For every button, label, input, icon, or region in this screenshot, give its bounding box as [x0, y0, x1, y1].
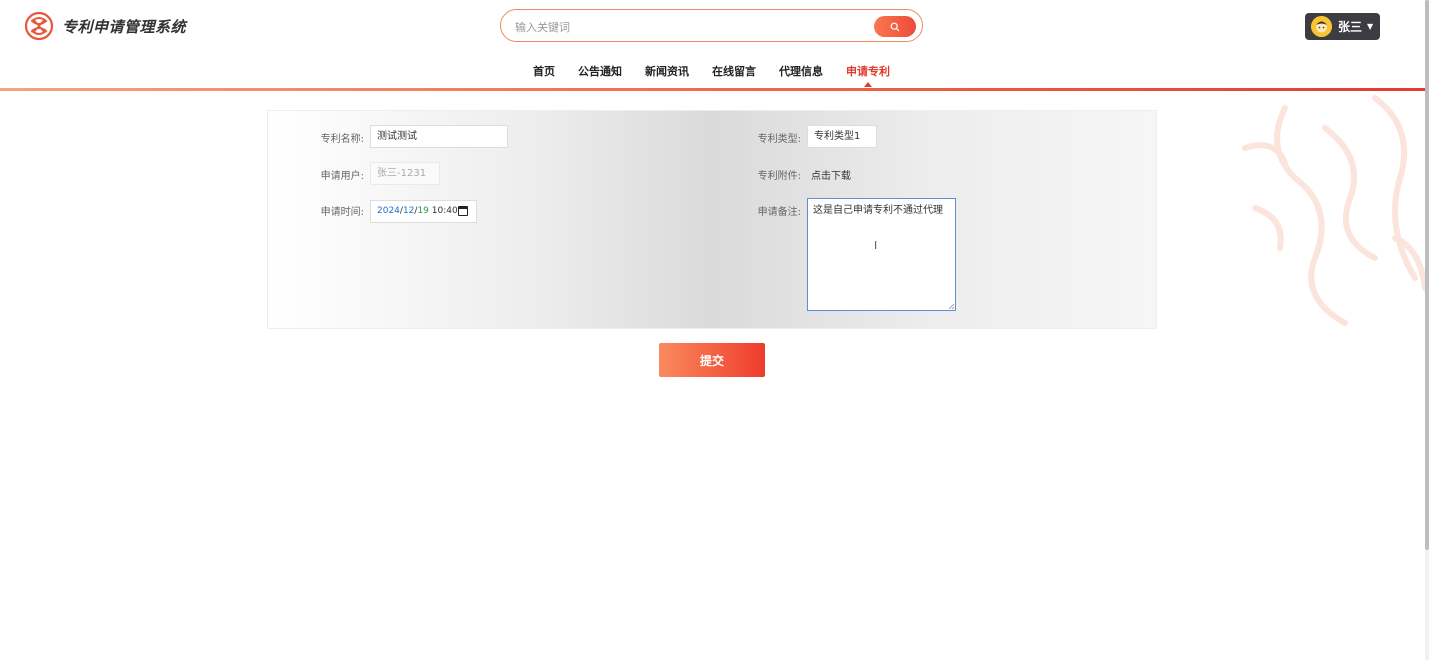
attachment-label: 专利附件: [757, 171, 801, 182]
nav-item-apply-patent[interactable]: 申请专利 [846, 63, 890, 87]
search-input[interactable] [513, 17, 857, 37]
resize-handle-icon[interactable] [948, 303, 955, 310]
search-icon [890, 22, 900, 31]
header: 专利申请管理系统 张三 ▼ 首页 公告通知 新闻资讯 在线留言 代理信 [0, 0, 1429, 91]
date-time[interactable]: 10:40 [432, 206, 458, 216]
logo-icon [24, 11, 54, 41]
date-day[interactable]: 19 [417, 206, 428, 216]
user-name: 张三 [1338, 20, 1363, 34]
active-indicator [864, 82, 872, 87]
date-month[interactable]: 12 [403, 206, 414, 216]
applicant-input: 张三-1231 [370, 162, 440, 185]
applicant-label: 申请用户: [320, 171, 364, 182]
apply-time-input[interactable]: 2024/12/19 10:40 [370, 200, 477, 223]
nav-item-news[interactable]: 新闻资讯 [645, 63, 689, 79]
app-title: 专利申请管理系统 [62, 17, 187, 36]
date-year[interactable]: 2024 [377, 206, 400, 216]
logo[interactable]: 专利申请管理系统 [24, 11, 186, 41]
text-cursor-icon: I [874, 239, 878, 252]
main-nav: 首页 公告通知 新闻资讯 在线留言 代理信息 申请专利 [533, 63, 913, 87]
nav-item-notices[interactable]: 公告通知 [578, 63, 622, 79]
nav-item-messages[interactable]: 在线留言 [712, 63, 756, 79]
search-box [500, 9, 923, 42]
dragon-decoration [1242, 95, 1428, 326]
remark-textarea[interactable]: 这是自己申请专利不通过代理 [807, 198, 956, 311]
remark-label: 申请备注: [757, 207, 801, 218]
nav-item-agents[interactable]: 代理信息 [779, 63, 823, 79]
patent-name-input[interactable]: 测试测试 [370, 125, 508, 148]
search-button[interactable] [874, 16, 916, 37]
avatar [1311, 16, 1332, 37]
patent-type-label: 专利类型: [757, 134, 801, 145]
download-link[interactable]: 点击下载 [811, 167, 851, 182]
patent-form: 专利名称: 测试测试 专利类型: 专利类型1 申请用户: 张三-1231 专利附… [267, 110, 1157, 329]
nav-item-home[interactable]: 首页 [533, 63, 555, 79]
submit-button[interactable]: 提交 [659, 343, 765, 377]
scrollbar-thumb[interactable] [1425, 0, 1429, 550]
user-menu[interactable]: 张三 ▼ [1305, 13, 1380, 40]
patent-type-select[interactable]: 专利类型1 [807, 125, 877, 148]
chevron-down-icon: ▼ [1367, 22, 1374, 31]
apply-time-label: 申请时间: [320, 207, 364, 218]
calendar-icon[interactable] [458, 206, 468, 216]
avatar-icon [1311, 16, 1332, 37]
patent-name-label: 专利名称: [320, 134, 364, 145]
header-divider [0, 88, 1429, 91]
nav-item-apply-patent-label: 申请专利 [846, 65, 890, 78]
scrollbar[interactable] [1425, 0, 1429, 660]
